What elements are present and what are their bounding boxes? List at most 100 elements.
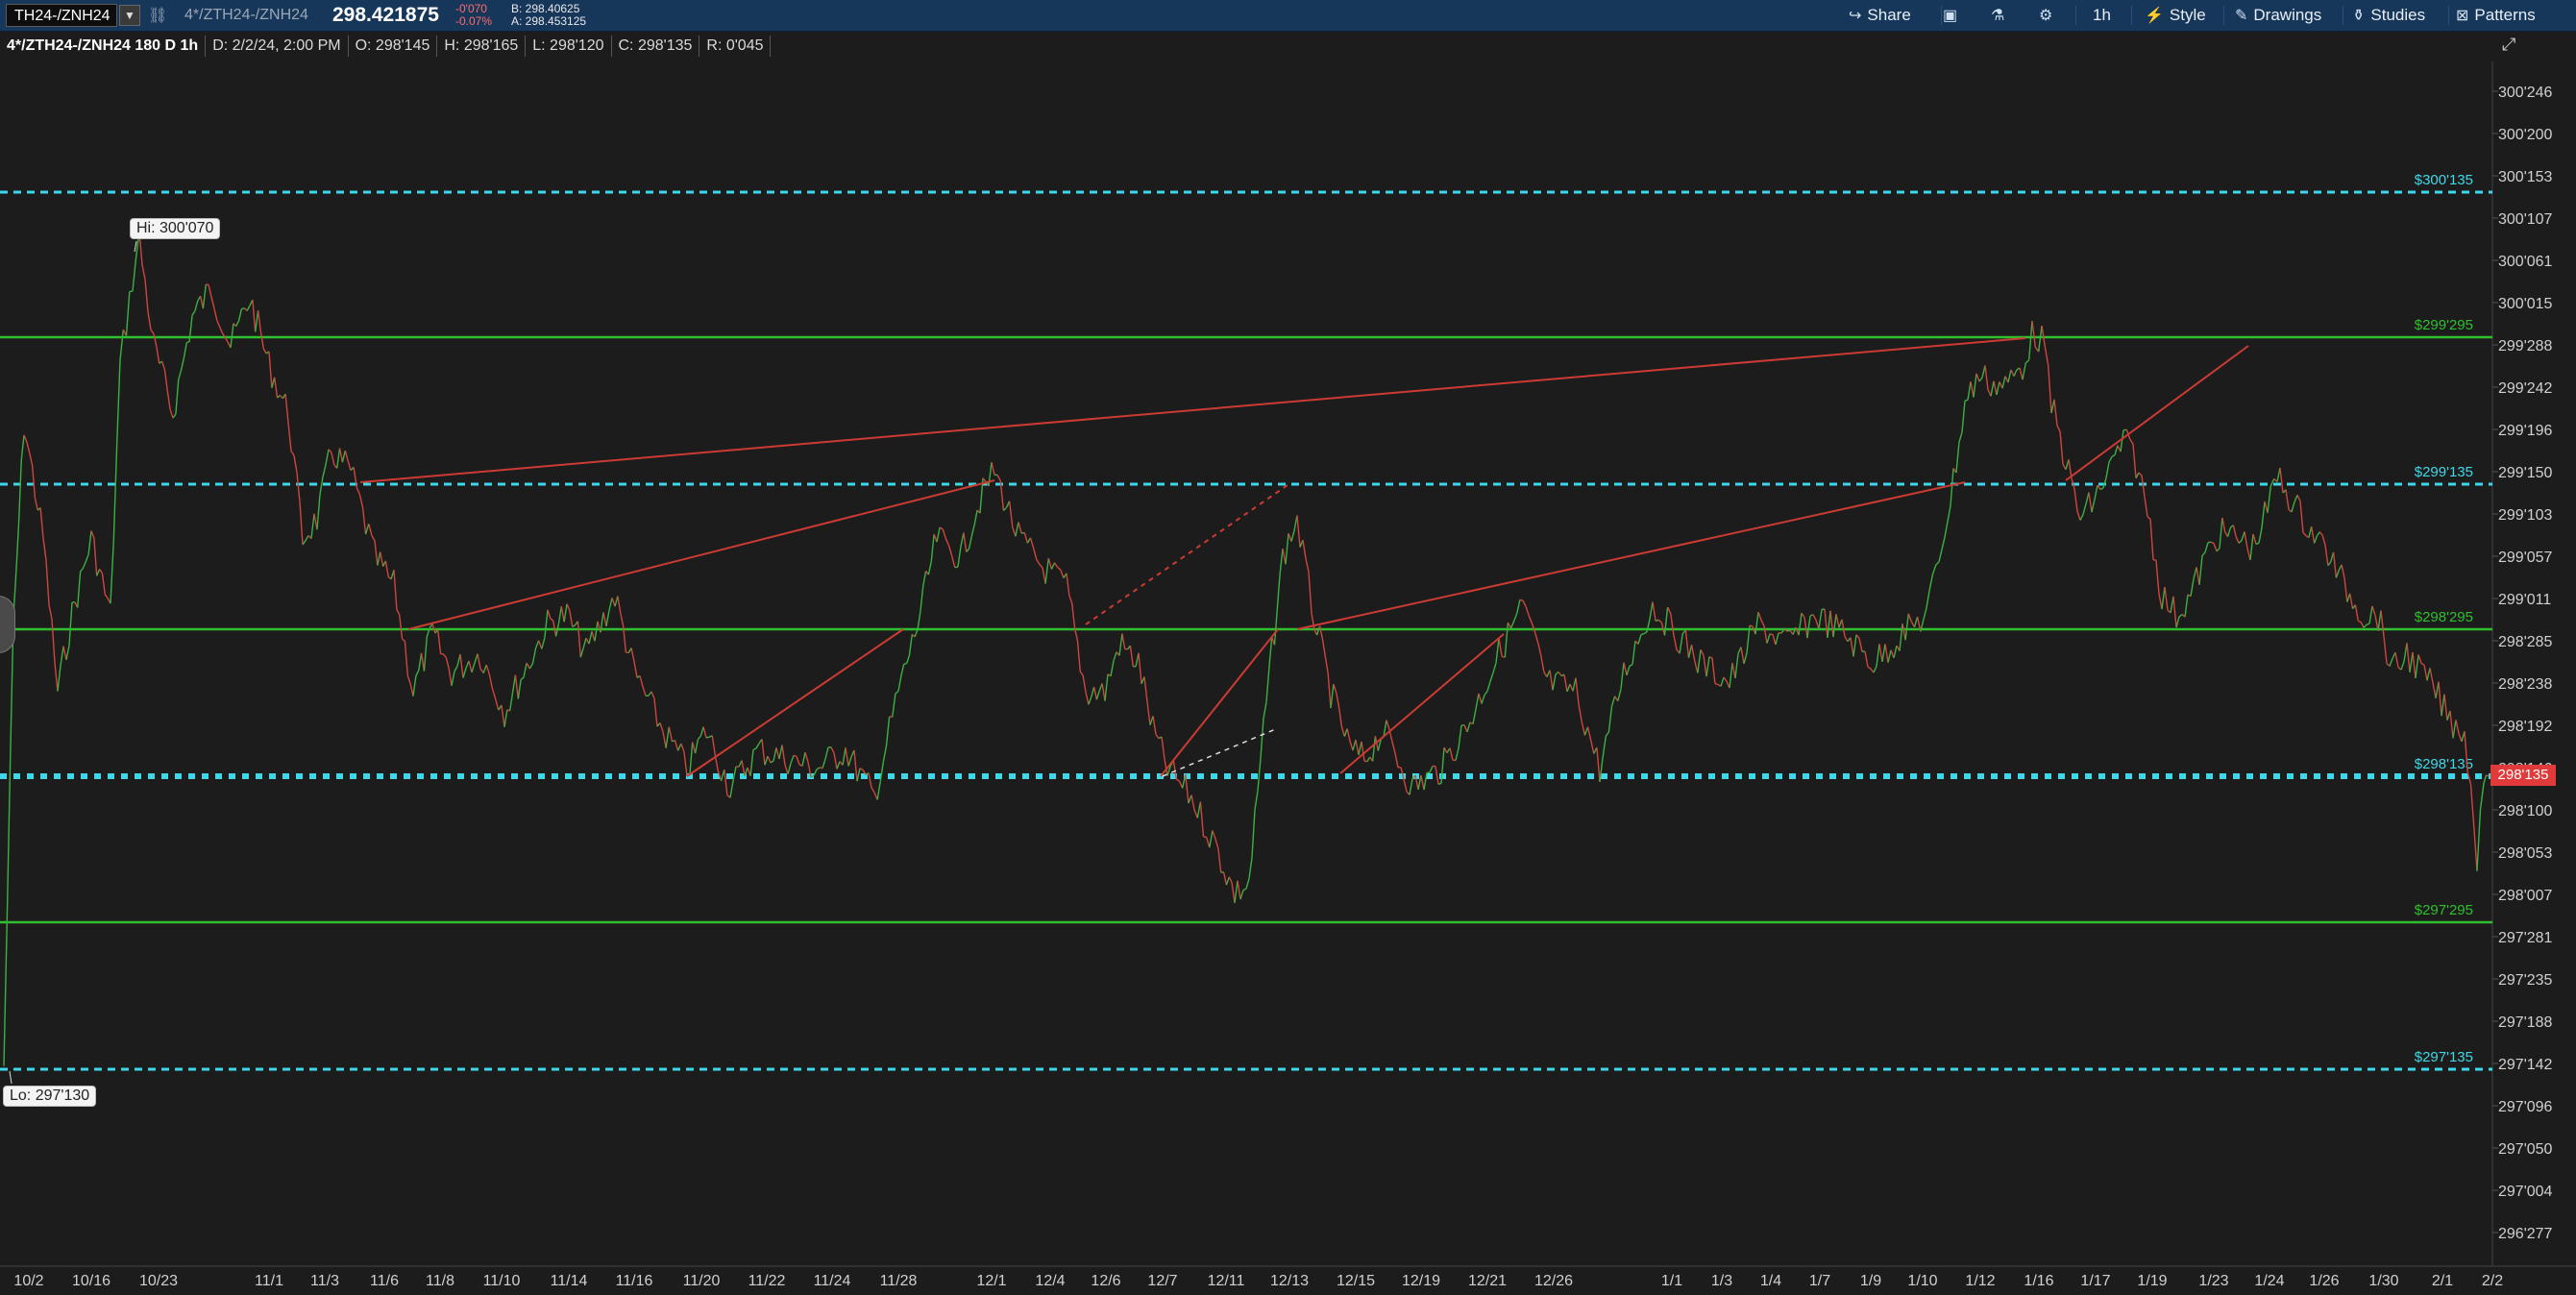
price-segment: [132, 257, 137, 292]
price-segment: [310, 513, 315, 539]
price-segment: [1340, 726, 1345, 737]
price-segment: [1670, 613, 1675, 635]
price-segment: [402, 638, 405, 642]
high-pointer: [134, 240, 137, 253]
y-tick-label: 298'285: [2498, 634, 2553, 650]
price-segment: [1720, 676, 1725, 687]
x-tick-label: 10/23: [139, 1273, 178, 1289]
trendline: [359, 337, 2026, 483]
price-segment: [1873, 666, 1877, 673]
price-segment: [237, 308, 243, 321]
price-segment: [2144, 497, 2148, 517]
price-segment: [1214, 839, 1219, 849]
price-segment: [290, 451, 295, 456]
x-tick-label: 11/8: [426, 1273, 454, 1289]
price-segment: [1355, 739, 1360, 755]
price-segment: [2368, 605, 2373, 624]
price-segment: [1008, 501, 1014, 527]
price-segment: [1536, 642, 1542, 656]
price-segment: [2316, 531, 2320, 537]
price-segment: [1449, 747, 1454, 761]
price-segment: [2296, 494, 2301, 501]
price-segment: [1279, 549, 1284, 574]
x-tick-label: 11/3: [310, 1273, 339, 1289]
price-segment: [732, 766, 737, 782]
price-segment: [2161, 586, 2166, 610]
price-segment: [764, 755, 769, 766]
collapse-icon[interactable]: ⤢: [2502, 35, 2523, 56]
price-segment: [1926, 589, 1930, 609]
x-tick-label: 11/22: [748, 1273, 786, 1289]
price-segment: [2076, 510, 2081, 521]
price-segment: [2178, 614, 2183, 618]
price-segment: [1509, 621, 1515, 629]
price-series: [3, 231, 2490, 1066]
price-segment: [1188, 794, 1192, 804]
price-segment: [2114, 445, 2119, 455]
price-segment: [547, 609, 552, 620]
price-segment: [147, 311, 152, 330]
price-segment: [767, 755, 772, 764]
price-segment: [1337, 707, 1343, 727]
price-segment: [2417, 654, 2422, 664]
price-segment: [2028, 321, 2033, 360]
y-tick-label: 299'057: [2498, 550, 2553, 566]
price-segment: [358, 494, 364, 508]
price-segment: [945, 538, 950, 546]
price-segment: [729, 780, 734, 798]
price-segment: [194, 301, 199, 311]
price-segment: [957, 546, 962, 568]
x-tick-label: 11/28: [880, 1273, 918, 1289]
price-segment: [1973, 373, 1977, 398]
price-segment: [694, 739, 699, 754]
price-segment: [1429, 766, 1434, 773]
price-segment: [255, 310, 259, 332]
price-segment: [2476, 809, 2482, 871]
x-tick-label: 1/4: [1760, 1273, 1781, 1289]
price-segment: [1346, 728, 1351, 742]
price-segment: [2452, 720, 2457, 739]
price-segment: [1631, 641, 1636, 665]
price-segment: [1012, 526, 1017, 537]
price-segment: [90, 530, 95, 539]
price-segment: [448, 668, 453, 686]
price-segment: [1812, 614, 1817, 621]
price-segment: [1643, 631, 1648, 635]
low-pointer: [9, 1070, 12, 1085]
x-tick-label: 1/3: [1711, 1273, 1732, 1289]
price-segment: [1602, 736, 1607, 758]
price-segment: [787, 763, 792, 774]
price-segment: [2158, 594, 2163, 610]
price-segment: [939, 526, 944, 530]
price-segment: [1242, 888, 1247, 892]
price-segment: [501, 704, 505, 727]
price-segment: [1955, 442, 1960, 474]
price-segment: [384, 560, 389, 577]
price-segment: [160, 360, 166, 370]
price-segment: [2149, 519, 2154, 560]
price-segment: [1015, 522, 1019, 537]
price-segment: [1996, 381, 2000, 396]
price-segment: [1066, 573, 1070, 596]
y-tick-label: 300'107: [2498, 211, 2553, 228]
trendline: [1085, 484, 1288, 625]
price-segment: [1589, 739, 1595, 754]
price-segment: [689, 742, 694, 775]
price-segment: [633, 661, 638, 678]
price-segment: [537, 640, 543, 649]
price-segment: [2449, 711, 2454, 739]
price-segment: [2138, 472, 2143, 476]
price-segment: [235, 320, 240, 328]
price-segment: [903, 663, 907, 665]
price-segment: [2380, 610, 2385, 637]
price-segment: [630, 648, 635, 662]
price-segment: [1941, 537, 1946, 550]
x-tick-label: 1/16: [2024, 1273, 2053, 1289]
price-segment: [761, 739, 766, 766]
price-chart[interactable]: 300'246 300'200 300'153 300'107 300'061 300'0…: [0, 0, 2576, 1295]
price-segment: [2458, 733, 2463, 743]
price-segment: [1540, 655, 1545, 672]
price-segment: [230, 323, 234, 348]
price-segment: [1225, 876, 1230, 886]
price-segment: [2120, 429, 2124, 452]
